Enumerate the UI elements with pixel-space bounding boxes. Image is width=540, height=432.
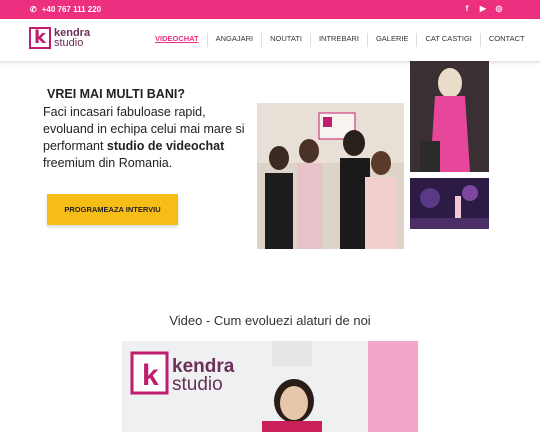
video-player[interactable]: k kendra studio (122, 341, 418, 432)
nav-angajari[interactable]: ANGAJARI (206, 33, 262, 47)
stage-photo (410, 178, 489, 229)
video-section-title: Video - Cum evoluezi alaturi de noi (169, 313, 371, 328)
social-links: f ▶ ◎ (462, 4, 504, 14)
instagram-icon[interactable]: ◎ (494, 4, 504, 14)
hero-text-bold: studio de videochat (106, 139, 225, 153)
logo-mark: k (29, 27, 51, 49)
team-photo (257, 103, 404, 249)
model-photo-pink (410, 61, 489, 172)
logo[interactable]: k kendra studio (29, 27, 90, 49)
main-nav: k kendra studio VIDEOCHAT ANGAJARI NOUTA… (0, 19, 540, 61)
nav-contact[interactable]: CONTACT (479, 33, 533, 47)
nav-noutati[interactable]: NOUTATI (261, 33, 310, 47)
video-logo-word-studio: studio (172, 374, 223, 395)
video-logo-k: k (142, 359, 159, 392)
facebook-icon[interactable]: f (462, 4, 472, 14)
hero-text: Faci incasari fabuloase rapid, evoluand … (43, 104, 248, 172)
youtube-icon[interactable]: ▶ (478, 4, 488, 14)
phone-contact[interactable]: ✆ +40 767 111 220 (30, 5, 101, 14)
phone-number: +40 767 111 220 (41, 5, 102, 14)
nav-cat-castigi[interactable]: CAT CASTIGI (416, 33, 479, 47)
hero-text-part2: freemium din Romania. (43, 156, 173, 170)
schedule-interview-button[interactable]: PROGRAMEAZA INTERVIU (47, 194, 178, 225)
top-bar: ✆ +40 767 111 220 f ▶ ◎ (0, 0, 540, 19)
nav-videochat[interactable]: VIDEOCHAT (147, 33, 207, 47)
nav-menu: VIDEOCHAT ANGAJARI NOUTATI INTREBARI GAL… (147, 33, 533, 47)
logo-word-studio: studio (54, 37, 84, 49)
nav-intrebari[interactable]: INTREBARI (309, 33, 367, 47)
phone-icon: ✆ (30, 5, 37, 14)
nav-galerie[interactable]: GALERIE (366, 33, 417, 47)
logo-text: kendra studio (54, 28, 90, 49)
hero-title: VREI MAI MULTI BANI? (47, 87, 185, 101)
